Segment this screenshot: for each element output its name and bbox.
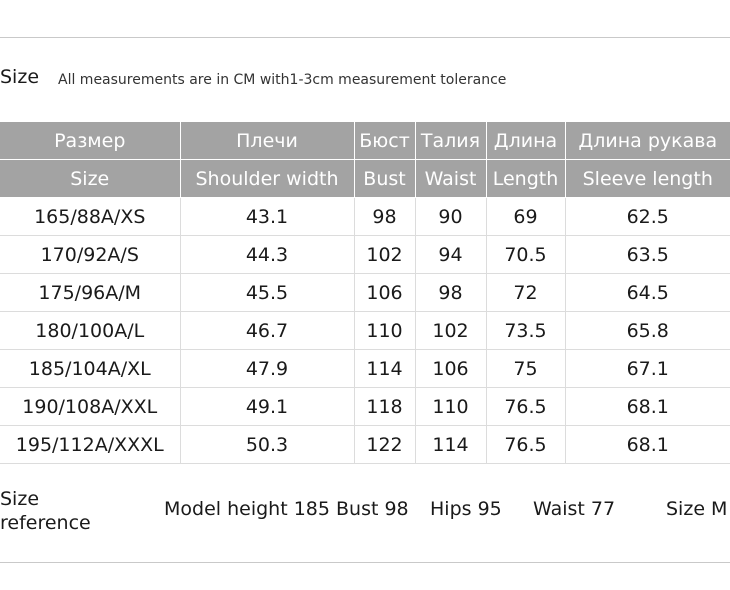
- cell-shoulder: 47.9: [180, 349, 355, 388]
- model-waist: Waist 77: [533, 498, 616, 520]
- cell-waist: 106: [415, 349, 487, 388]
- cell-length: 70.5: [486, 235, 566, 274]
- cell-bust: 118: [354, 387, 416, 426]
- col-header-bust: Bust: [354, 159, 416, 198]
- size-chart-table: Размер Плечи Бюст Талия Длина Длина рука…: [0, 122, 730, 464]
- cell-sleeve: 62.5: [565, 197, 730, 236]
- col-header-size-ru: Размер: [0, 122, 181, 160]
- col-header-size: Size: [0, 159, 181, 198]
- measurement-note: All measurements are in CM with1-3cm mea…: [58, 72, 507, 88]
- cell-size: 165/88A/XS: [0, 197, 181, 236]
- cell-bust: 102: [354, 235, 416, 274]
- cell-waist: 102: [415, 311, 487, 350]
- cell-size: 190/108A/XXL: [0, 387, 181, 426]
- cell-waist: 90: [415, 197, 487, 236]
- cell-length: 76.5: [486, 425, 566, 464]
- cell-length: 75: [486, 349, 566, 388]
- cell-size: 195/112A/XXXL: [0, 425, 181, 464]
- table-row: 180/100A/L 46.7 110 102 73.5 65.8: [0, 311, 730, 350]
- cell-size: 170/92A/S: [0, 235, 181, 274]
- col-header-waist: Waist: [415, 159, 487, 198]
- cell-sleeve: 64.5: [565, 273, 730, 312]
- header-row-russian: Размер Плечи Бюст Талия Длина Длина рука…: [0, 122, 730, 160]
- cell-bust: 122: [354, 425, 416, 464]
- cell-shoulder: 50.3: [180, 425, 355, 464]
- table-row: 175/96A/M 45.5 106 98 72 64.5: [0, 273, 730, 312]
- cell-size: 175/96A/M: [0, 273, 181, 312]
- cell-bust: 110: [354, 311, 416, 350]
- cell-size: 180/100A/L: [0, 311, 181, 350]
- cell-length: 72: [486, 273, 566, 312]
- cell-sleeve: 67.1: [565, 349, 730, 388]
- size-reference-label: Size reference: [0, 487, 91, 535]
- model-size: Size M: [666, 498, 728, 520]
- col-header-sleeve-ru: Длина рукава: [565, 122, 730, 160]
- table-row: 185/104A/XL 47.9 114 106 75 67.1: [0, 349, 730, 388]
- top-divider: [0, 37, 730, 38]
- cell-sleeve: 65.8: [565, 311, 730, 350]
- col-header-waist-ru: Талия: [415, 122, 487, 160]
- cell-sleeve: 68.1: [565, 425, 730, 464]
- col-header-length-ru: Длина: [486, 122, 566, 160]
- col-header-sleeve: Sleeve length: [565, 159, 730, 198]
- cell-length: 69: [486, 197, 566, 236]
- cell-shoulder: 44.3: [180, 235, 355, 274]
- cell-waist: 98: [415, 273, 487, 312]
- cell-shoulder: 43.1: [180, 197, 355, 236]
- cell-length: 73.5: [486, 311, 566, 350]
- cell-size: 185/104A/XL: [0, 349, 181, 388]
- col-header-shoulder: Shoulder width: [180, 159, 355, 198]
- cell-waist: 94: [415, 235, 487, 274]
- size-heading: Size: [0, 66, 40, 88]
- header-row-english: Size Shoulder width Bust Waist Length Sl…: [0, 159, 730, 198]
- table-row: 165/88A/XS 43.1 98 90 69 62.5: [0, 197, 730, 236]
- cell-bust: 106: [354, 273, 416, 312]
- cell-shoulder: 49.1: [180, 387, 355, 426]
- cell-bust: 98: [354, 197, 416, 236]
- cell-length: 76.5: [486, 387, 566, 426]
- col-header-length: Length: [486, 159, 566, 198]
- size-reference-label-line2: reference: [0, 512, 91, 534]
- cell-waist: 110: [415, 387, 487, 426]
- col-header-shoulder-ru: Плечи: [180, 122, 355, 160]
- model-height-bust: Model height 185 Bust 98: [164, 498, 409, 520]
- model-hips: Hips 95: [430, 498, 502, 520]
- cell-sleeve: 63.5: [565, 235, 730, 274]
- cell-sleeve: 68.1: [565, 387, 730, 426]
- cell-shoulder: 46.7: [180, 311, 355, 350]
- table-row: 195/112A/XXXL 50.3 122 114 76.5 68.1: [0, 425, 730, 464]
- cell-bust: 114: [354, 349, 416, 388]
- size-reference-label-line1: Size: [0, 488, 40, 510]
- bottom-divider: [0, 562, 730, 563]
- col-header-bust-ru: Бюст: [354, 122, 416, 160]
- cell-shoulder: 45.5: [180, 273, 355, 312]
- cell-waist: 114: [415, 425, 487, 464]
- table-row: 190/108A/XXL 49.1 118 110 76.5 68.1: [0, 387, 730, 426]
- table-row: 170/92A/S 44.3 102 94 70.5 63.5: [0, 235, 730, 274]
